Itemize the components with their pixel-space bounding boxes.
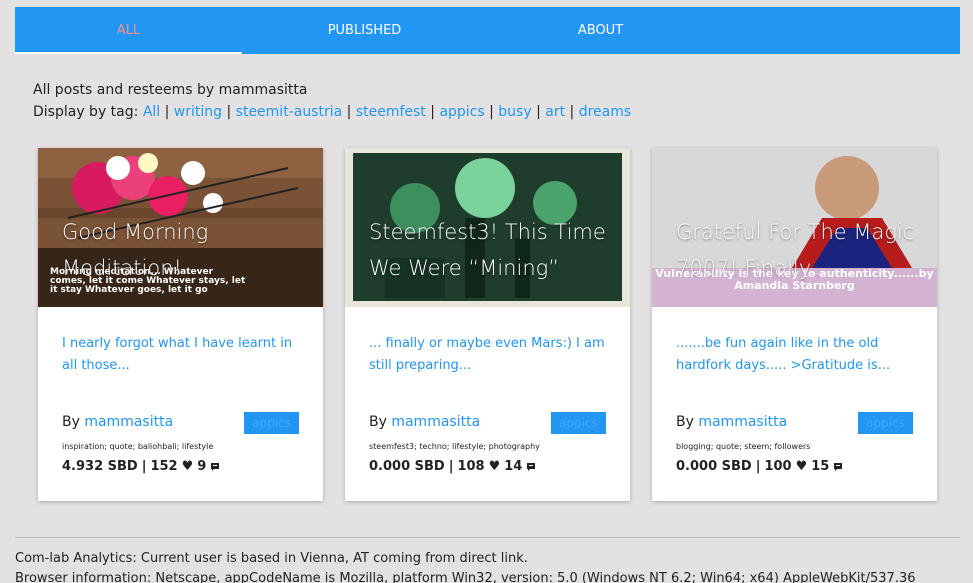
tag-link-dreams[interactable]: dreams — [579, 104, 631, 120]
stats-separator: | — [141, 459, 147, 474]
comment-count: 14 — [504, 459, 523, 474]
heart-icon: ♥ — [181, 459, 194, 474]
author-link[interactable]: mammasitta — [698, 414, 787, 430]
post-title[interactable]: Grateful For The Magic 7007! Finally... — [676, 214, 926, 286]
tab-published-label: PUBLISHED — [327, 23, 402, 38]
payout-amount: 0.000 SBD — [676, 459, 752, 474]
active-tab-underline — [15, 52, 242, 54]
payout-amount: 0.000 SBD — [369, 459, 445, 474]
like-count: 108 — [457, 459, 485, 474]
post-excerpt[interactable]: I nearly forgot what I have learnt in al… — [62, 333, 302, 377]
by-label: By — [369, 414, 387, 430]
post-card[interactable]: Vulnerability is the key to authenticity… — [652, 148, 937, 501]
top-nav: ALL PUBLISHED ABOUT — [15, 7, 960, 54]
intro-heading: All posts and resteems by mammasitta — [33, 82, 308, 98]
post-tags: steemfest3; techno; lifestyle; photograp… — [369, 442, 540, 451]
footer-divider — [15, 537, 960, 538]
heart-icon: ♥ — [488, 459, 501, 474]
post-title[interactable]: Steemfest3! This Time We Were “Mining” — [369, 214, 619, 286]
appics-tag-button[interactable]: appics — [244, 412, 299, 434]
post-card[interactable]: Morning meditation... Whatever comes, le… — [38, 148, 323, 501]
comment-icon — [211, 462, 220, 471]
intro-section: All posts and resteems by mammasitta Dis… — [33, 79, 631, 123]
post-author-line: By mammasitta — [369, 414, 480, 430]
tab-all-label: ALL — [116, 23, 141, 38]
analytics-line: Com-lab Analytics: Current user is based… — [15, 551, 528, 566]
comment-icon — [834, 462, 843, 471]
post-author-line: By mammasitta — [62, 414, 173, 430]
post-card[interactable]: Steemfest3! This Time We Were “Mining” .… — [345, 148, 630, 501]
tab-about-label: ABOUT — [577, 23, 624, 38]
appics-tag-button[interactable]: appics — [858, 412, 913, 434]
tag-link-art[interactable]: art — [545, 104, 565, 120]
tag-link-writing[interactable]: writing — [174, 104, 222, 120]
comment-icon — [527, 462, 536, 471]
author-link[interactable]: mammasitta — [391, 414, 480, 430]
like-count: 100 — [764, 459, 792, 474]
post-stats: 0.000 SBD | 100 ♥ 15 — [676, 459, 843, 474]
comment-count: 15 — [811, 459, 830, 474]
tab-all[interactable]: ALL — [15, 7, 242, 54]
post-excerpt[interactable]: ... finally or maybe even Mars:) I am st… — [369, 333, 609, 377]
tab-published[interactable]: PUBLISHED — [251, 7, 478, 54]
stats-separator: | — [448, 459, 454, 474]
appics-tag-button[interactable]: appics — [551, 412, 606, 434]
post-author-line: By mammasitta — [676, 414, 787, 430]
tag-link-all[interactable]: All — [143, 104, 160, 120]
tag-link-busy[interactable]: busy — [498, 104, 531, 120]
post-stats: 0.000 SBD | 108 ♥ 14 — [369, 459, 536, 474]
like-count: 152 — [150, 459, 178, 474]
by-label: By — [676, 414, 694, 430]
tag-link-steemfest[interactable]: steemfest — [356, 104, 426, 120]
display-by-tag-label: Display by tag: — [33, 104, 139, 120]
post-tags: blogging; quote; steem; followers — [676, 442, 811, 451]
post-tags: inspiration; quote; baliohbali; lifestyl… — [62, 442, 214, 451]
post-excerpt[interactable]: .......be fun again like in the old hard… — [676, 333, 916, 377]
author-link[interactable]: mammasitta — [84, 414, 173, 430]
post-stats: 4.932 SBD | 152 ♥ 9 — [62, 459, 220, 474]
comment-count: 9 — [197, 459, 207, 474]
post-title[interactable]: Good Morning Meditation! — [62, 214, 312, 286]
payout-amount: 4.932 SBD — [62, 459, 138, 474]
heart-icon: ♥ — [795, 459, 808, 474]
stats-separator: | — [755, 459, 761, 474]
footer: Com-lab Analytics: Current user is based… — [15, 549, 916, 583]
tag-link-steemit-austria[interactable]: steemit-austria — [236, 104, 343, 120]
tab-about[interactable]: ABOUT — [487, 7, 714, 54]
tag-link-appics[interactable]: appics — [439, 104, 484, 120]
tag-filter-row: Display by tag: All | writing | steemit-… — [33, 104, 632, 120]
browser-info-line: Browser information: Netscape, appCodeNa… — [15, 571, 916, 583]
by-label: By — [62, 414, 80, 430]
